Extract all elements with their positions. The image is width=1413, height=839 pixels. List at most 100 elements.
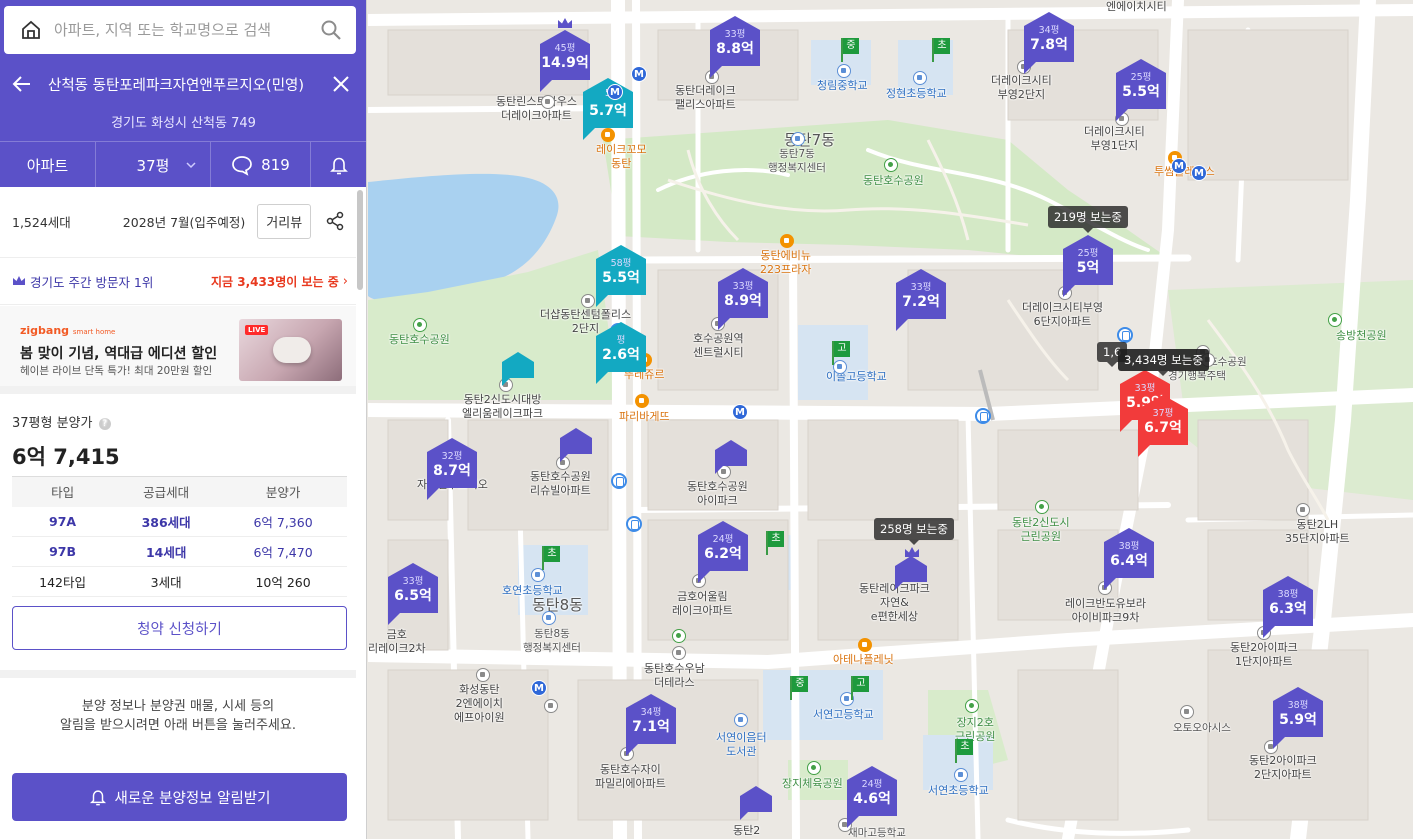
park-icon[interactable] — [1035, 500, 1049, 514]
government-icon[interactable] — [791, 132, 805, 146]
price-marker[interactable]: 38평 6.4억 — [1104, 528, 1154, 590]
metro-icon[interactable]: M — [1191, 165, 1207, 181]
search-input[interactable] — [54, 21, 304, 39]
apartment-label: 동탄호수자이 파밀리에아파트 — [595, 763, 666, 790]
price-marker[interactable]: 33평 7.2억 — [896, 269, 946, 331]
ad-brand: zigbang smart home — [20, 324, 115, 337]
complex-summary: 1,524세대 2028년 7월(입주예정) 거리뷰 — [0, 187, 356, 255]
visitor-rank-banner[interactable]: 경기도 주간 방문자 1위 지금 3,433명이 보는 중 › — [0, 257, 356, 305]
viewers-bubble[interactable]: 3,434명 보는중 — [1118, 349, 1209, 376]
price-marker[interactable]: 25평 5.5억 — [1116, 59, 1166, 121]
price-marker[interactable]: 24평 4.6억 — [847, 766, 897, 828]
high-school-flag[interactable]: 고 — [832, 341, 852, 365]
price-marker[interactable]: 32평 8.7억 — [427, 438, 477, 500]
middle-school-flag[interactable]: 중 — [790, 676, 810, 700]
apartment-pin[interactable] — [541, 95, 555, 109]
school-icon[interactable] — [531, 568, 545, 582]
viewers-bubble[interactable]: 258명 보는중 — [874, 518, 954, 545]
price-marker[interactable]: 33평 8.9억 — [718, 268, 768, 330]
apartment-pin[interactable] — [581, 294, 595, 308]
complex-address: 경기도 화성시 산척동 749 — [111, 116, 256, 131]
price-marker[interactable]: 24평 6.2억 — [698, 521, 748, 583]
selected-price-marker[interactable]: 37평 6.7억 — [1138, 395, 1188, 457]
price-marker[interactable]: 33평 6.5억 — [388, 563, 438, 625]
comments-button[interactable]: 819 — [211, 142, 311, 188]
bus-stop-icon[interactable] — [1117, 327, 1133, 343]
home-icon[interactable] — [20, 19, 42, 41]
park-icon[interactable] — [965, 699, 979, 713]
elementary-school-flag[interactable]: 초 — [955, 739, 975, 763]
street-view-button[interactable]: 거리뷰 — [257, 203, 312, 239]
price-marker[interactable]: 34평 7.1억 — [626, 694, 676, 756]
service-icon[interactable] — [1180, 705, 1194, 719]
bus-stop-icon[interactable] — [626, 516, 642, 532]
bakery-icon[interactable] — [635, 394, 649, 408]
apartment-pin[interactable] — [544, 699, 558, 713]
price-marker[interactable]: 34평 7.8억 — [1024, 12, 1074, 74]
school-icon[interactable] — [837, 64, 851, 78]
panel-scrollbar[interactable] — [357, 190, 363, 290]
help-icon[interactable]: ? — [98, 418, 111, 430]
school-icon[interactable] — [913, 71, 927, 85]
apartment-pin[interactable] — [476, 668, 490, 682]
apartment-pin[interactable] — [1296, 503, 1310, 517]
place-label: 호연초등학교 — [502, 584, 563, 597]
park-icon[interactable] — [672, 629, 686, 643]
metro-icon[interactable]: M — [607, 84, 623, 100]
metro-icon[interactable]: M — [732, 404, 748, 420]
price-marker-collapsed[interactable] — [560, 428, 592, 462]
middle-school-flag[interactable]: 중 — [841, 38, 861, 62]
park-icon[interactable] — [807, 761, 821, 775]
marker-price: 8.7억 — [433, 463, 471, 479]
high-school-flag[interactable]: 고 — [851, 676, 871, 700]
metro-icon[interactable]: M — [631, 66, 647, 82]
elementary-school-flag[interactable]: 초 — [766, 531, 786, 555]
price-marker[interactable]: 38평 6.3억 — [1263, 576, 1313, 638]
apartment-label: 동탄2아이파크 2단지아파트 — [1249, 754, 1317, 781]
park-icon[interactable] — [413, 318, 427, 332]
price-marker[interactable]: 38평 5.9억 — [1273, 687, 1323, 749]
price-marker-collapsed[interactable] — [895, 556, 927, 590]
back-arrow-icon[interactable] — [10, 72, 34, 96]
price-marker[interactable]: 평 2.6억 — [596, 322, 646, 384]
shop-icon[interactable] — [780, 234, 794, 248]
apartment-pin[interactable] — [672, 646, 686, 660]
school-icon[interactable] — [734, 713, 748, 727]
subscribe-alert-button[interactable]: 새로운 분양정보 알림받기 — [12, 773, 347, 821]
notification-button[interactable] — [311, 142, 366, 188]
marker-price: 14.9억 — [541, 55, 589, 71]
school-icon[interactable] — [954, 768, 968, 782]
price-marker[interactable]: 58평 5.5억 — [596, 245, 646, 307]
price-marker[interactable]: 25평 5억 — [1063, 235, 1113, 297]
metro-icon[interactable]: M — [531, 680, 547, 696]
apartment-label: 엔에이치시티 — [1106, 0, 1167, 13]
apply-subscription-button[interactable]: 청약 신청하기 — [12, 606, 347, 650]
price-marker-collapsed[interactable] — [502, 352, 534, 386]
poi-label: 파리바게뜨 — [619, 410, 670, 423]
bus-stop-icon[interactable] — [611, 473, 627, 489]
section-divider — [0, 670, 356, 678]
share-icon[interactable] — [325, 211, 345, 231]
viewers-bubble[interactable]: 219명 보는중 — [1048, 206, 1128, 233]
place-label: 동탄2신도시 근린공원 — [1012, 516, 1070, 543]
price-marker-collapsed[interactable] — [740, 786, 772, 820]
close-icon[interactable] — [331, 74, 351, 94]
metro-icon[interactable]: M — [1171, 158, 1187, 174]
search-icon[interactable] — [320, 19, 342, 41]
property-type-tab[interactable]: 아파트 — [0, 142, 96, 188]
size-dropdown[interactable]: 37평 — [96, 142, 211, 188]
live-badge: LIVE — [245, 325, 269, 335]
map-canvas[interactable]: 동탄7동 동탄8동 청림중학교 정현초등학교 동탄7동 행정복지센터 동탄호수공… — [368, 0, 1413, 839]
shop-icon[interactable] — [858, 638, 872, 652]
search-bar[interactable] — [4, 6, 356, 54]
elementary-school-flag[interactable]: 초 — [542, 546, 562, 570]
marker-price: 6.7억 — [1144, 420, 1182, 436]
price-marker-collapsed[interactable] — [715, 440, 747, 474]
price-marker[interactable]: 33평 8.8억 — [710, 16, 760, 78]
bus-stop-icon[interactable] — [975, 408, 991, 424]
park-icon[interactable] — [1328, 313, 1342, 327]
elementary-school-flag[interactable]: 초 — [932, 38, 952, 62]
school-icon[interactable] — [542, 611, 556, 625]
park-icon[interactable] — [884, 158, 898, 172]
ad-banner[interactable]: zigbang smart home 봄 맞이 기념, 역대급 에디션 할인 헤… — [0, 306, 356, 394]
